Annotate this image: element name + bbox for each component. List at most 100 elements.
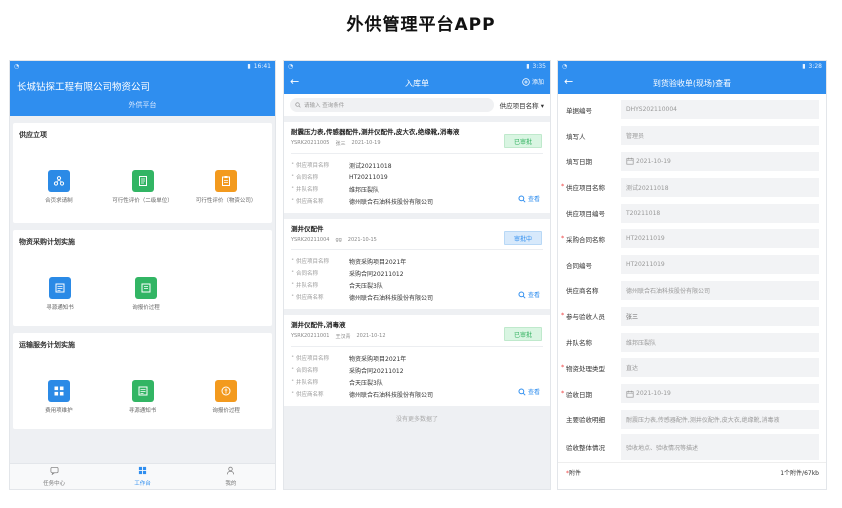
form-field[interactable]: 验收地点、验收情况等描述 [621, 434, 819, 461]
record-field: 合同名称 采购合同20211012 [291, 267, 543, 279]
battery-icon: ▮ [802, 63, 806, 70]
tab-bar: 任务中心 工作台 我的 [10, 463, 275, 489]
nav-title: 到货验收单(现场)查看 [652, 79, 732, 88]
record-person: 王汉青 [335, 334, 351, 340]
nav-title: 入库单 [405, 79, 429, 88]
field-label: 井队名称 [291, 378, 349, 386]
field-value: 测试20211018 [349, 162, 392, 170]
field-value: 物资采购项目2021年 [349, 258, 407, 266]
record-title: 耐震压力表,传感器配件,测井仪配件,皮大衣,绝缘靴,消毒液 [291, 128, 460, 136]
filter-dropdown[interactable]: 供应项目名称 ▾ [500, 100, 544, 110]
battery-icon: ▮ [247, 63, 251, 70]
field-label: 供应商名称 [291, 390, 349, 398]
quote-icon [135, 277, 157, 299]
no-more-text: 没有更多数据了 [395, 416, 438, 423]
form-field[interactable]: 测试20211018 [621, 177, 819, 197]
tab-label: 我的 [225, 481, 237, 487]
section-card: 供应立项 合页求请制 可行性评价（二级单位） 可行性评价（物资公司） [13, 123, 272, 223]
field-value: 物资采购项目2021年 [349, 355, 407, 363]
form-label: 填写日期 [566, 158, 592, 167]
form-field[interactable]: 2021-10-19 [621, 384, 819, 404]
status-bar: ◔ ▮ 3:35 [284, 61, 550, 72]
form-label: 验收日期 [561, 389, 621, 399]
search-icon [518, 194, 526, 203]
form-field[interactable]: 直达 [621, 358, 819, 378]
coin-icon [215, 380, 238, 402]
field-value: 采购合同20211012 [349, 270, 404, 278]
grid-item[interactable]: 询报价过程 [103, 277, 189, 311]
add-button[interactable]: 添加 [522, 77, 544, 86]
record-date: 2021-10-12 [356, 333, 386, 339]
form-field[interactable]: 管理员 [621, 126, 819, 146]
field-label: 供应商名称 [291, 293, 349, 301]
view-button[interactable]: 查看 [518, 194, 540, 203]
form-field[interactable]: 耐震压力表,传感器配件,测井仪配件,皮大衣,绝缘靴,消毒液 [621, 409, 819, 429]
form-label: 主要验收明细 [566, 416, 605, 425]
divider [291, 346, 543, 347]
grid-item[interactable]: 寻源通知书 [17, 277, 103, 311]
phone-inbound-list: ◔ ▮ 3:35 ← 入库单 添加 请输入 查询条件 供应项目名称 ▾ 耐震压力表… [283, 60, 551, 490]
attachment-info: 1个附件/67kb [780, 470, 819, 478]
grid-item[interactable]: 询报价过程 [184, 380, 268, 414]
grid-item[interactable]: 合页求请制 [17, 170, 101, 204]
form-field[interactable]: 张三 [621, 306, 819, 326]
chat-icon [50, 466, 59, 479]
form-row: 验收整体情况 验收地点、验收情况等描述 [558, 432, 826, 463]
field-label: 供应项目名称 [291, 257, 349, 265]
field-value: 德州联合石油科技股份有限公司 [349, 391, 434, 399]
view-label: 查看 [527, 292, 540, 299]
field-label: 井队名称 [291, 185, 349, 193]
section-title: 运输服务计划实施 [19, 341, 75, 349]
form-field[interactable]: HT20211019 [621, 255, 819, 275]
form-label: 参与验收人员 [561, 311, 621, 321]
view-button[interactable]: 查看 [518, 387, 540, 396]
form-field[interactable]: T20211018 [621, 203, 819, 223]
field-value: 维邦压裂队 [349, 186, 380, 194]
platform-name: 外供平台 [128, 101, 157, 109]
record-card[interactable]: 耐震压力表,传感器配件,测井仪配件,皮大衣,绝缘靴,消毒液 YSRK202110… [284, 122, 550, 213]
form-row: 供应项目名称 测试20211018 [558, 174, 826, 201]
form-field[interactable]: HT20211019 [621, 229, 819, 249]
section-grid: 寻源通知书 询报价过程 [13, 277, 272, 311]
form-field[interactable]: 德州联合石油科技股份有限公司 [621, 280, 819, 300]
nav-bar: ← 到货验收单(现场)查看 [558, 72, 826, 94]
view-button[interactable]: 查看 [518, 290, 540, 299]
field-label: 合同名称 [291, 366, 349, 374]
section-card: 运输服务计划实施 费用项维护 寻源通知书 询报价过程 [13, 333, 272, 429]
field-value: HT20211019 [626, 235, 665, 243]
grid-item-label: 询报价过程 [132, 305, 160, 311]
form-label: 验收整体情况 [566, 444, 605, 453]
form-field[interactable]: DHYS202110004 [621, 100, 819, 120]
attachment-row[interactable]: *附件 1个附件/67kb [558, 462, 826, 482]
form-field[interactable]: 2021-10-19 [621, 151, 819, 171]
grid-item[interactable]: 费用项维护 [17, 380, 101, 414]
tab-mine[interactable]: 我的 [187, 464, 275, 489]
form-row: 填写日期 2021-10-19 [558, 148, 826, 175]
signal-icon: ◔ [14, 63, 20, 70]
search-input[interactable]: 请输入 查询条件 [290, 98, 494, 112]
tab-task-center[interactable]: 任务中心 [10, 464, 98, 489]
grid-item[interactable]: 可行性评价（二级单位） [101, 170, 185, 204]
phone-workbench: ◔ ▮ 16:41 长城钻探工程有限公司物资公司 外供平台 供应立项 合页求请制 … [9, 60, 276, 490]
search-placeholder: 请输入 查询条件 [304, 103, 345, 109]
record-card[interactable]: 测井仪配件 YSRK20211004 gg 2021-10-15 审批中 供应项… [284, 219, 550, 309]
form-field[interactable]: 维邦压裂队 [621, 332, 819, 352]
grid-item-label: 可行性评价（物资公司） [195, 198, 257, 204]
search-row: 请输入 查询条件 供应项目名称 ▾ [284, 94, 550, 116]
record-person: 张三 [335, 141, 346, 147]
field-value: 2021-10-19 [636, 157, 671, 165]
form-label: 井队名称 [566, 339, 592, 348]
status-bar: ◔ ▮ 3:28 [558, 61, 826, 72]
record-field: 供应项目名称 物资采购项目2021年 [291, 255, 543, 267]
grid-icon [138, 466, 147, 479]
tab-workbench[interactable]: 工作台 [98, 464, 186, 489]
grid-item[interactable]: 寻源通知书 [101, 380, 185, 414]
form-row: 单据编号 DHYS202110004 [558, 97, 826, 123]
field-value: 德州联合石油科技股份有限公司 [349, 294, 434, 302]
section-grid: 费用项维护 寻源通知书 询报价过程 [13, 380, 272, 414]
grid-item[interactable]: 可行性评价（物资公司） [184, 170, 268, 204]
section-title: 物资采购计划实施 [19, 238, 75, 246]
attachment-label: 附件 [569, 470, 582, 478]
record-card[interactable]: 测井仪配件,消毒液 YSRK20211001 王汉青 2021-10-12 已审… [284, 315, 550, 406]
field-label: 供应商名称 [291, 197, 349, 205]
